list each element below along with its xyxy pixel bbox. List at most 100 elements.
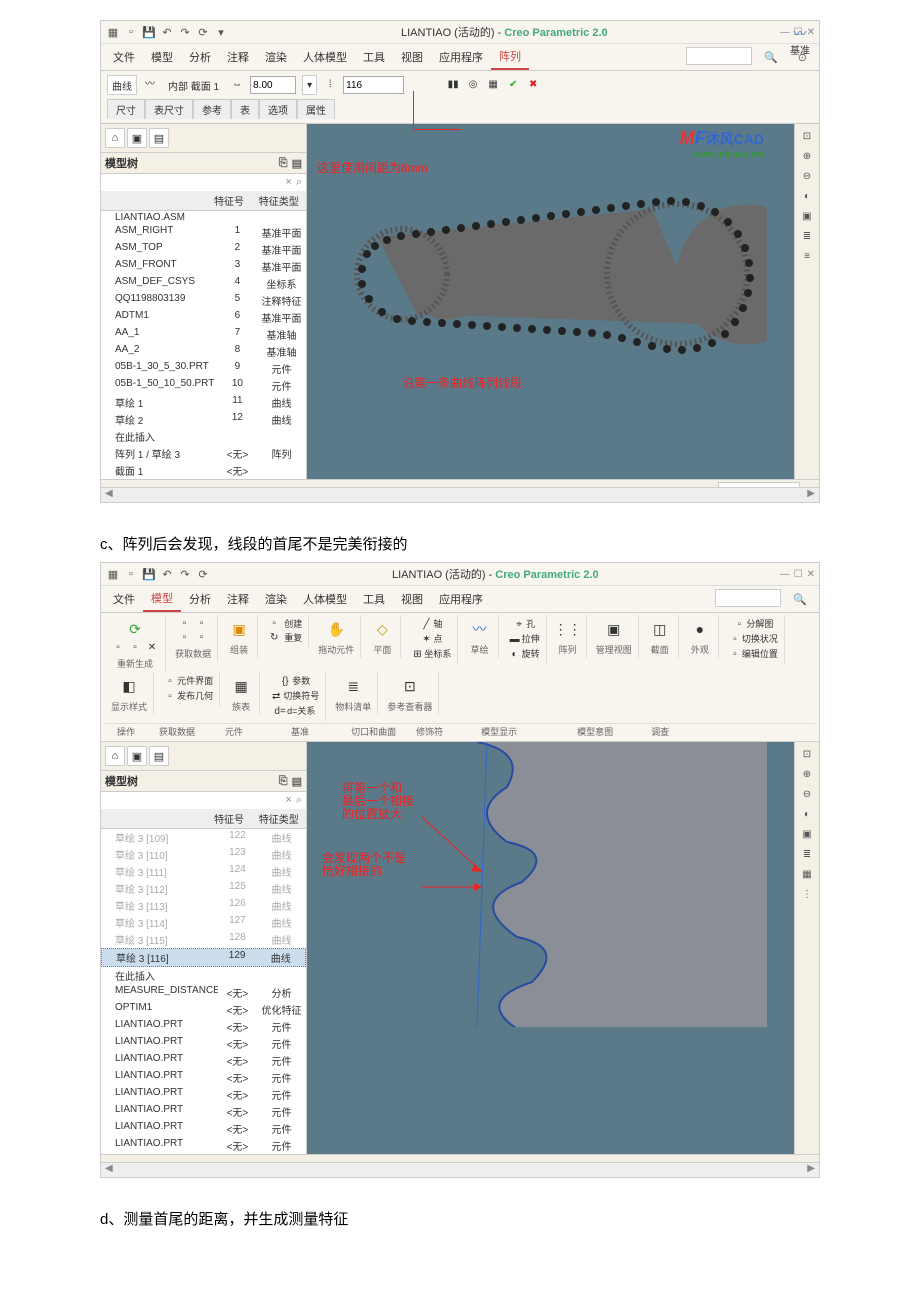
tree-find-icon[interactable]: ⌕ xyxy=(296,176,302,189)
subtab-prop[interactable]: 属性 xyxy=(297,99,335,119)
display-style-button[interactable]: ◧ xyxy=(117,674,141,698)
scroll-right[interactable]: ▶ xyxy=(803,488,819,502)
pattern-button[interactable]: ⋮⋮ xyxy=(556,617,580,641)
graphics-canvas[interactable]: MF沐风CADwww.mfcad.com 这里使用间距为8mm 沿第 xyxy=(307,124,794,424)
tree-row[interactable]: OPTIM1<无>优化特征 xyxy=(101,1001,306,1018)
minimize-button[interactable]: — xyxy=(780,569,790,580)
tree-tab-1[interactable]: ⌂ xyxy=(105,746,125,766)
tree-row[interactable]: LIANTIAO.PRT<无>元件 xyxy=(101,1086,306,1103)
help-search-input[interactable] xyxy=(686,47,752,65)
close-button[interactable]: ✕ xyxy=(807,569,815,580)
tree-row[interactable]: 草绘 111曲线 xyxy=(101,394,306,411)
tree-tab-2[interactable]: ▣ xyxy=(127,128,147,148)
rt-refit-icon[interactable]: ⊡ xyxy=(799,128,815,144)
tree-tab-2[interactable]: ▣ xyxy=(127,746,147,766)
rt-more-icon[interactable]: ⋮ xyxy=(799,886,815,902)
menu-manikin[interactable]: 人体模型 xyxy=(295,45,355,69)
menu-render[interactable]: 渲染 xyxy=(257,45,295,69)
tree-row[interactable]: 在此插入 xyxy=(101,967,306,984)
tree-row[interactable]: QQ11988031395注释特征 xyxy=(101,292,306,309)
menu-view[interactable]: 视图 xyxy=(393,587,431,611)
tree-tab-3[interactable]: ▤ xyxy=(149,128,169,148)
tree-row[interactable]: 截面 1<无> xyxy=(101,462,306,479)
tree-row[interactable]: 草绘 3 [112]125曲线 xyxy=(101,880,306,897)
tree-row[interactable]: LIANTIAO.PRT<无>元件 xyxy=(101,1018,306,1035)
rt-layer-icon[interactable]: ≣ xyxy=(799,846,815,862)
model-tree-body-2[interactable]: 草绘 3 [109]122曲线草绘 3 [110]123曲线草绘 3 [111]… xyxy=(101,829,306,1154)
bom-button[interactable]: ≣ xyxy=(341,674,365,698)
assemble-button[interactable]: ▣ xyxy=(227,617,251,641)
tree-row[interactable]: MEASURE_DISTANCE_1<无>分析 xyxy=(101,984,306,1001)
rt-view-icon[interactable]: ▣ xyxy=(799,826,815,842)
subtab-ref[interactable]: 参考 xyxy=(193,99,231,119)
section-dropdown[interactable]: 内部 截面 1 xyxy=(163,75,224,95)
rt-refit-icon[interactable]: ⊡ xyxy=(799,746,815,762)
qat-save-icon[interactable]: 💾 xyxy=(141,566,157,582)
tree-row[interactable]: 草绘 212曲线 xyxy=(101,411,306,428)
rt-zoomout-icon[interactable]: ⊖ xyxy=(799,168,815,184)
tree-settings-icon[interactable]: ⎘ xyxy=(279,157,288,170)
menu-file[interactable]: 文件 xyxy=(105,45,143,69)
tree-row[interactable]: LIANTIAO.PRT<无>元件 xyxy=(101,1052,306,1069)
spacing-input[interactable] xyxy=(250,76,296,94)
tree-row[interactable]: 草绘 3 [113]126曲线 xyxy=(101,897,306,914)
tree-row[interactable]: 阵列 1 / 草绘 3<无>阵列 xyxy=(101,445,306,462)
plane-button[interactable]: ◇ xyxy=(370,617,394,641)
qat-redo-icon[interactable]: ↷ xyxy=(177,24,193,40)
model-tree-body[interactable]: LIANTIAO.ASMASM_RIGHT1基准平面ASM_TOP2基准平面AS… xyxy=(101,211,306,479)
tree-row[interactable]: 05B-1_30_5_30.PRT9元件 xyxy=(101,360,306,377)
maximize-button[interactable]: ☐ xyxy=(794,569,803,580)
section-button[interactable]: ◫ xyxy=(648,617,672,641)
drag-button[interactable]: ✋ xyxy=(324,617,348,641)
tree-row[interactable]: 草绘 3 [111]124曲线 xyxy=(101,863,306,880)
pause-icon[interactable]: ▮▮ xyxy=(446,78,460,92)
subtab-opt[interactable]: 选项 xyxy=(259,99,297,119)
tree-row[interactable]: 草绘 3 [109]122曲线 xyxy=(101,829,306,846)
regen-button[interactable]: ⟳ xyxy=(123,617,147,641)
tree-row[interactable]: LIANTIAO.PRT<无>元件 xyxy=(101,1035,306,1052)
subtab-table[interactable]: 表 xyxy=(231,99,259,119)
qat-regen-icon[interactable]: ⟳ xyxy=(195,24,211,40)
tree-row[interactable]: LIANTIAO.PRT<无>元件 xyxy=(101,1069,306,1086)
qat-close-icon[interactable]: ▾ xyxy=(213,24,229,40)
menu-render[interactable]: 渲染 xyxy=(257,587,295,611)
tree-tab-3[interactable]: ▤ xyxy=(149,746,169,766)
preview-icon[interactable]: ◎ xyxy=(466,78,480,92)
help-search-input[interactable] xyxy=(715,589,781,607)
qat-save-icon[interactable]: 💾 xyxy=(141,24,157,40)
menu-model[interactable]: 模型 xyxy=(143,586,181,612)
tree-row[interactable]: ASM_FRONT3基准平面 xyxy=(101,258,306,275)
tree-row[interactable]: AA_28基准轴 xyxy=(101,343,306,360)
tree-row[interactable]: ADTM16基准平面 xyxy=(101,309,306,326)
rt-color-icon[interactable]: ▦ xyxy=(799,866,815,882)
pattern-type-dropdown[interactable]: 曲线 xyxy=(107,75,137,95)
qat-undo-icon[interactable]: ↶ xyxy=(159,24,175,40)
tree-row[interactable]: 在此插入 xyxy=(101,428,306,445)
rt-zoomin-icon[interactable]: ⊕ xyxy=(799,766,815,782)
menu-pattern-tab[interactable]: 阵列 xyxy=(491,44,529,70)
rt-annot-icon[interactable]: ≡ xyxy=(799,248,815,264)
tree-close-icon[interactable]: × xyxy=(285,176,291,189)
tree-row[interactable]: LIANTIAO.ASM xyxy=(101,211,306,224)
verify-icon[interactable]: ▦ xyxy=(486,78,500,92)
menu-manikin[interactable]: 人体模型 xyxy=(295,587,355,611)
create-icon[interactable]: ▫ xyxy=(267,617,281,631)
cancel-button[interactable]: ✖ xyxy=(526,78,540,92)
graphics-canvas-2[interactable]: MF沐风CADwww.mfcad.com 将第一个和 最后一个相 xyxy=(307,742,794,1027)
qat-open-icon[interactable]: ▫ xyxy=(123,24,139,40)
sketch-button[interactable]: 〰 xyxy=(468,617,492,641)
tree-row[interactable]: 草绘 3 [114]127曲线 xyxy=(101,914,306,931)
ok-button[interactable]: ✔ xyxy=(506,78,520,92)
menu-file[interactable]: 文件 xyxy=(105,587,143,611)
menu-applications[interactable]: 应用程序 xyxy=(431,587,491,611)
tree-row[interactable]: LIANTIAO.PRT<无>元件 xyxy=(101,1120,306,1137)
tree-row[interactable]: LIANTIAO.PRT<无>元件 xyxy=(101,1137,306,1154)
appearance-button[interactable]: ● xyxy=(688,617,712,641)
qat-open-icon[interactable]: ▫ xyxy=(123,566,139,582)
menu-view[interactable]: 视图 xyxy=(393,45,431,69)
manage-views-button[interactable]: ▣ xyxy=(602,617,626,641)
search-icon[interactable]: 🔍 xyxy=(756,47,786,68)
qat-undo-icon[interactable]: ↶ xyxy=(159,566,175,582)
tree-tab-1[interactable]: ⌂ xyxy=(105,128,125,148)
tree-row[interactable]: 草绘 3 [116]129曲线 xyxy=(101,948,306,967)
